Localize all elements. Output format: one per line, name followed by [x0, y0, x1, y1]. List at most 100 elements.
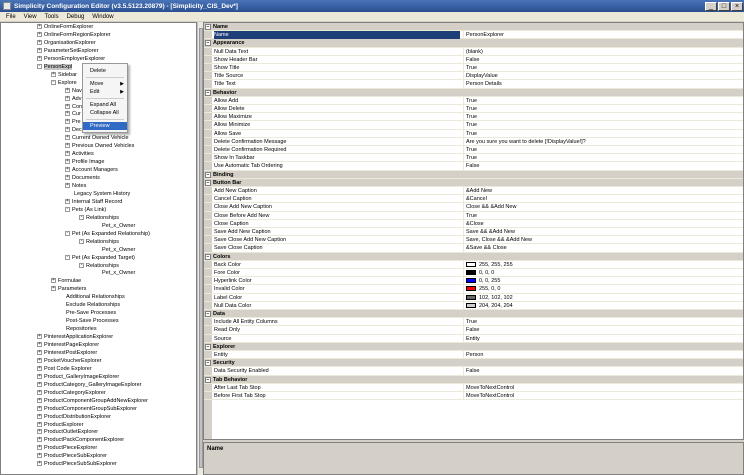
property-row[interactable]: Save Close Caption &Save && Close: [204, 244, 743, 253]
expand-icon[interactable]: +: [65, 103, 70, 109]
tree-item[interactable]: + PinterestApplicationExplorer: [37, 334, 113, 341]
property-value[interactable]: &Close: [463, 219, 743, 228]
expand-icon[interactable]: +: [65, 198, 70, 204]
close-button[interactable]: ×: [731, 1, 743, 11]
tree-item[interactable]: + ProductDistributionExplorer: [37, 413, 111, 421]
property-value[interactable]: &Save && Close: [463, 244, 743, 253]
property-value[interactable]: False: [463, 326, 743, 335]
tree-item[interactable]: + ProductPackComponentExplorer: [37, 437, 124, 444]
property-category[interactable]: − Security: [204, 359, 743, 368]
property-row[interactable]: Cancel Caption &Cancel: [204, 195, 743, 204]
property-row[interactable]: Invalid Color 255, 0, 0: [204, 285, 743, 294]
tree-item[interactable]: + ProductOutletExplorer: [37, 429, 98, 436]
minimize-button[interactable]: _: [705, 1, 717, 11]
tree-item[interactable]: + ProductExplorer: [37, 421, 83, 429]
expand-icon[interactable]: +: [37, 429, 42, 435]
expand-icon[interactable]: +: [37, 389, 42, 395]
expand-icon[interactable]: +: [65, 127, 70, 133]
expand-icon[interactable]: +: [37, 47, 42, 53]
expand-icon[interactable]: +: [37, 373, 42, 379]
tree-item[interactable]: Post-Save Processes: [57, 318, 119, 325]
collapse-icon[interactable]: -: [51, 79, 56, 85]
expand-icon[interactable]: +: [65, 95, 70, 101]
expand-icon[interactable]: +: [37, 365, 42, 371]
property-row[interactable]: Delete Confirmation Message Are you sure …: [204, 137, 743, 146]
expand-icon[interactable]: +: [37, 24, 42, 30]
menu-item-expand-all[interactable]: Expand All: [83, 101, 127, 109]
tree-item[interactable]: + Current Owned Vehicle: [65, 135, 129, 142]
property-value[interactable]: 0, 0, 255: [463, 277, 743, 286]
collapse-icon[interactable]: −: [205, 343, 211, 350]
tree-item[interactable]: Legacy System History: [65, 191, 130, 198]
property-row[interactable]: After Last Tab Stop MoveToNextControl: [204, 383, 743, 392]
property-category[interactable]: − Behavior: [204, 88, 743, 97]
property-row[interactable]: Allow Add True: [204, 96, 743, 105]
property-value[interactable]: True: [463, 154, 743, 163]
property-category[interactable]: − Appearance: [204, 39, 743, 48]
tree-item[interactable]: Repositories: [57, 326, 97, 333]
tree-item[interactable]: + ParameterSetExplorer: [37, 47, 98, 55]
collapse-icon[interactable]: −: [205, 40, 211, 47]
tree-item[interactable]: + Dec: [65, 127, 82, 134]
expand-icon[interactable]: +: [65, 159, 70, 165]
property-value[interactable]: Person Details: [463, 80, 743, 89]
tree-item[interactable]: + ProductCategoryExplorer: [37, 389, 106, 397]
expand-icon[interactable]: +: [65, 175, 70, 181]
tree-item[interactable]: Pet_x_Owner: [93, 247, 135, 254]
property-category[interactable]: − Data: [204, 310, 743, 319]
expand-icon[interactable]: +: [37, 349, 42, 355]
expand-icon[interactable]: +: [51, 286, 56, 292]
menu-item-delete[interactable]: Delete: [83, 67, 127, 75]
tree-item[interactable]: Pet_x_Owner: [93, 223, 135, 230]
property-row[interactable]: Null Data Color 204, 204, 204: [204, 301, 743, 310]
tree-item[interactable]: + Internal Staff Record: [65, 198, 122, 206]
menu-view[interactable]: View: [20, 14, 41, 20]
property-value[interactable]: 255, 255, 255: [463, 260, 743, 269]
expand-icon[interactable]: +: [51, 71, 56, 77]
property-row[interactable]: Show In Taskbar True: [204, 154, 743, 163]
collapse-icon[interactable]: -: [79, 238, 84, 244]
tree-item[interactable]: + Sidebar: [51, 71, 77, 79]
tree-item[interactable]: - Relationships: [79, 262, 119, 270]
property-value[interactable]: True: [463, 64, 743, 72]
property-value[interactable]: Close && &Add New: [463, 203, 743, 212]
tree-item[interactable]: + OnlineFormRegionExplorer: [37, 31, 111, 39]
tree-item[interactable]: + Profile Image: [65, 159, 104, 166]
expand-icon[interactable]: +: [37, 413, 42, 419]
tree-item[interactable]: + Cur: [65, 111, 81, 118]
tree-item[interactable]: + Previous Owned Vehicles: [65, 143, 134, 150]
tree-item[interactable]: - Pets (As Link): [65, 206, 106, 214]
property-value[interactable]: True: [463, 105, 743, 113]
tree-item[interactable]: Exclude Relationships: [57, 302, 120, 309]
menu-item-move[interactable]: Move ▶: [83, 80, 127, 88]
property-value[interactable]: 255, 0, 0: [463, 285, 743, 294]
tree-item[interactable]: + Account Managers: [65, 167, 118, 174]
tree-item[interactable]: + Parameters: [51, 286, 86, 293]
property-category[interactable]: − Colors: [204, 252, 743, 261]
property-value[interactable]: PersonExplorer: [463, 31, 743, 40]
property-row[interactable]: Allow Minimize True: [204, 121, 743, 130]
property-row[interactable]: Allow Maximize True: [204, 113, 743, 122]
collapse-icon[interactable]: -: [65, 230, 70, 236]
tree-item[interactable]: + PersonEmployerExplorer: [37, 55, 105, 63]
collapse-icon[interactable]: -: [65, 206, 70, 212]
property-row[interactable]: Use Automatic Tab Ordering False: [204, 162, 743, 171]
property-row[interactable]: Name PersonExplorer: [204, 31, 743, 40]
property-row[interactable]: Read Only False: [204, 326, 743, 335]
tree-item[interactable]: + OnlineFormExplorer: [37, 24, 93, 31]
maximize-button[interactable]: □: [718, 1, 730, 11]
property-row[interactable]: Entity Person: [204, 351, 743, 360]
tree-item[interactable]: - PersonExpl: [37, 63, 73, 71]
property-row[interactable]: Save Close Add New Caption Save, Close &&…: [204, 236, 743, 245]
tree-item[interactable]: + Notes: [65, 183, 86, 190]
property-category[interactable]: − Name: [204, 23, 743, 32]
property-value[interactable]: MoveToNextControl: [463, 383, 743, 392]
property-row[interactable]: Show Header Bar False: [204, 55, 743, 64]
property-row[interactable]: Show Title True: [204, 64, 743, 73]
tree-item[interactable]: Pre-Save Processes: [57, 310, 116, 317]
tree-item[interactable]: + Nav: [65, 87, 82, 95]
property-value[interactable]: (blank): [463, 47, 743, 56]
property-row[interactable]: Null Data Text (blank): [204, 47, 743, 56]
tree-item[interactable]: + PinterestPageExplorer: [37, 342, 99, 349]
menu-file[interactable]: File: [2, 14, 20, 20]
